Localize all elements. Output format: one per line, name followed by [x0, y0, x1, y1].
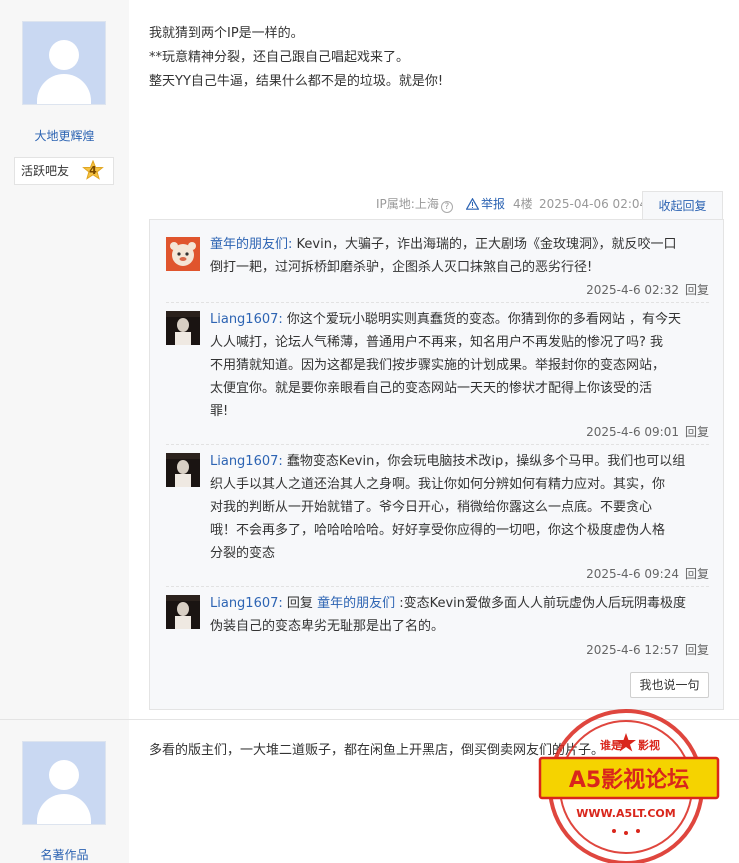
- divider: [166, 586, 709, 587]
- add-reply-button[interactable]: 我也说一句: [630, 672, 709, 698]
- post-line: **玩意精神分裂，还自己跟自己唱起戏来了。: [149, 50, 410, 65]
- author-name[interactable]: 名著作品: [0, 846, 129, 863]
- watermark-text-left: 谁是: [600, 738, 623, 752]
- divider: [166, 444, 709, 445]
- avatar[interactable]: [166, 311, 200, 345]
- reply-button[interactable]: 回复: [685, 643, 709, 657]
- reply-time: 2025-4-6 09:01: [586, 425, 679, 439]
- reply-time: 2025-4-6 09:24: [586, 567, 679, 581]
- avatar[interactable]: [22, 741, 106, 825]
- member-badge[interactable]: 活跃吧友 4: [14, 157, 114, 185]
- reply-text: Liang1607: 蠢物变态Kevin，你会玩电脑技术改ip，操纵多个马甲。我…: [210, 454, 686, 561]
- help-icon[interactable]: ?: [440, 201, 453, 213]
- avatar[interactable]: [22, 21, 106, 105]
- floor-number: 4楼: [513, 197, 533, 211]
- watermark-text-right: 影视: [638, 738, 660, 752]
- report-link[interactable]: 举报: [466, 191, 505, 217]
- level-number: 4: [89, 164, 97, 177]
- reply-meta: 2025-4-6 12:57 回复: [586, 641, 709, 658]
- warning-icon: [466, 198, 479, 210]
- author-name[interactable]: 大地更辉煌: [0, 127, 129, 144]
- reply-button[interactable]: 回复: [685, 283, 709, 297]
- level-star-icon: 4: [82, 160, 104, 182]
- reply-button[interactable]: 回复: [685, 567, 709, 581]
- post-line: 我就猜到两个IP是一样的。: [149, 26, 304, 41]
- post-content: 我就猜到两个IP是一样的。 **玩意精神分裂，还自己跟自己唱起戏来了。 整天YY…: [149, 22, 443, 94]
- watermark-title: A5影视论坛: [569, 767, 689, 793]
- reply-time: 2025-4-6 02:32: [586, 283, 679, 297]
- ip-location: IP属地:上海?: [376, 191, 453, 217]
- watermark-logo: 谁是 影视 A5影视论坛 WWW.A5LT.COM: [528, 705, 724, 863]
- reply-username[interactable]: Liang1607:: [210, 454, 283, 469]
- reply-time: 2025-4-6 12:57: [586, 643, 679, 657]
- reply-meta: 2025-4-6 09:01 回复: [586, 423, 709, 440]
- reply-username[interactable]: 童年的朋友们:: [210, 237, 292, 252]
- post-line: 整天YY自己牛逼，结果什么都不是的垃圾。就是你!: [149, 74, 444, 89]
- watermark-url: WWW.A5LT.COM: [576, 807, 675, 820]
- post-time: 2025-04-06 02:04: [539, 197, 648, 211]
- reply-meta: 2025-4-6 09:24 回复: [586, 565, 709, 582]
- divider: [166, 302, 709, 303]
- reply-text: Liang1607: 回复 童年的朋友们 :变态Kevin爱做多面人人前玩虚伪人…: [210, 596, 687, 634]
- post-list: 大地更辉煌 活跃吧友 4 我就猜到两个IP是一样的。 **玩意精神分裂，还自己跟…: [0, 0, 739, 863]
- author-sidebar: 名著作品: [0, 720, 129, 863]
- badge-label: 活跃吧友: [21, 164, 70, 178]
- reply-meta: 2025-4-6 02:32 回复: [586, 281, 709, 298]
- reply-target-user[interactable]: 童年的朋友们: [317, 596, 395, 611]
- reply-button[interactable]: 回复: [685, 425, 709, 439]
- reply-prefix: 回复: [286, 596, 313, 611]
- reply-text: Liang1607: 你这个爱玩小聪明实则真蠢货的变态。你猜到你的多看网站 ，有…: [210, 312, 682, 419]
- reply-text: 童年的朋友们: Kevin，大骗子，诈出海瑞的，正大剧场《金玫瑰洞》，就反咬一口…: [210, 237, 677, 275]
- avatar[interactable]: [166, 595, 200, 629]
- avatar[interactable]: [166, 237, 200, 271]
- author-sidebar: 大地更辉煌 活跃吧友 4: [0, 0, 129, 719]
- reply-list: 童年的朋友们: Kevin，大骗子，诈出海瑞的，正大剧场《金玫瑰洞》，就反咬一口…: [149, 219, 724, 710]
- reply-username[interactable]: Liang1607:: [210, 312, 283, 327]
- reply-username[interactable]: Liang1607:: [210, 596, 283, 611]
- avatar[interactable]: [166, 453, 200, 487]
- collapse-replies-button[interactable]: 收起回复: [642, 191, 723, 220]
